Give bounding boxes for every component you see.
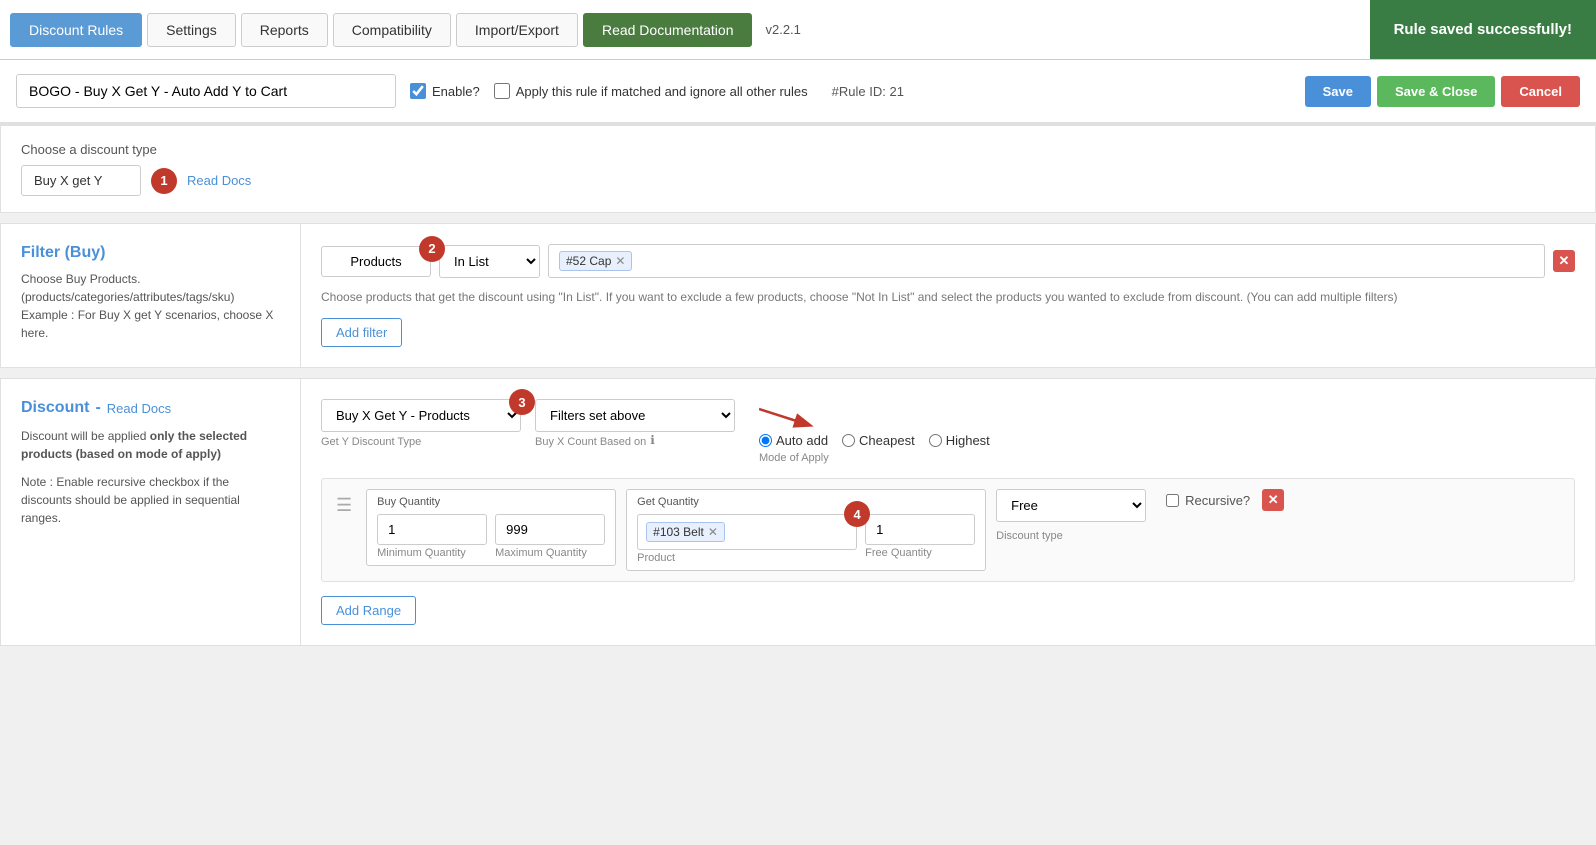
get-quantity-group: Get Quantity #103 Belt ✕ 4: [626, 489, 986, 571]
version-label: v2.2.1: [765, 22, 800, 37]
tab-discount-rules[interactable]: Discount Rules: [10, 13, 142, 47]
save-close-button[interactable]: Save & Close: [1377, 76, 1495, 107]
highest-radio[interactable]: [929, 434, 942, 447]
add-range-button[interactable]: Add Range: [321, 596, 416, 625]
step-4-badge: 4: [844, 501, 870, 527]
drag-handle[interactable]: ☰: [332, 489, 356, 522]
get-y-discount-type-label: Get Y Discount Type: [321, 436, 521, 448]
quantity-range-row: ☰ Buy Quantity Minimum Quantity Ma: [321, 478, 1575, 582]
step-1-badge: 1: [151, 168, 177, 194]
filter-type-button[interactable]: Products: [321, 246, 431, 277]
enable-label: Enable?: [432, 84, 480, 99]
rule-saved-banner: Rule saved successfully!: [1370, 0, 1596, 59]
product-label: Product: [637, 552, 857, 564]
discount-section: Discount - Read Docs Discount will be ap…: [0, 378, 1596, 646]
discount-type-group: Free Percentage Fixed Discount type: [996, 489, 1146, 542]
apply-ignore-checkbox[interactable]: [494, 83, 510, 99]
recursive-label: Recursive?: [1185, 493, 1250, 508]
filter-left-col: Filter (Buy) Choose Buy Products. (produ…: [1, 224, 301, 367]
buy-quantity-group: Buy Quantity Minimum Quantity Maximum Qu…: [366, 489, 616, 566]
step-2-badge: 2: [419, 236, 445, 262]
mode-of-apply-label: Mode of Apply: [759, 452, 990, 464]
filter-tags-input[interactable]: #52 Cap ✕: [548, 244, 1545, 278]
arrow-annotation: [759, 399, 819, 429]
discount-type-section: Choose a discount type Buy X get Y 1 Rea…: [0, 125, 1596, 213]
top-navigation: Discount Rules Settings Reports Compatib…: [0, 0, 1596, 60]
read-docs-link-1[interactable]: Read Docs: [187, 173, 251, 188]
step-3-badge: 3: [509, 389, 535, 415]
tab-import-export[interactable]: Import/Export: [456, 13, 578, 47]
recursive-group: Recursive? ✕: [1166, 489, 1284, 511]
discount-read-docs-link[interactable]: Read Docs: [107, 401, 171, 416]
tab-read-documentation[interactable]: Read Documentation: [583, 13, 753, 47]
discount-right-col: 3 Buy X Get Y - Products Get Y Discount …: [301, 379, 1595, 645]
filter-description: Choose Buy Products. (products/categorie…: [21, 270, 280, 342]
product-tag-chip: #103 Belt ✕: [646, 522, 725, 542]
cheapest-radio-label[interactable]: Cheapest: [842, 433, 915, 448]
header-buttons: Save Save & Close Cancel: [1305, 76, 1580, 107]
cheapest-radio[interactable]: [842, 434, 855, 447]
min-quantity-input[interactable]: [377, 514, 487, 545]
mode-of-apply-group: Auto add Cheapest Highest: [759, 433, 990, 448]
discount-desc2: Note : Enable recursive checkbox if the …: [21, 475, 240, 525]
filter-remove-button[interactable]: ✕: [1553, 250, 1575, 272]
discount-left-col: Discount - Read Docs Discount will be ap…: [1, 379, 301, 645]
free-quantity-input[interactable]: [865, 514, 975, 545]
buy-quantity-title: Buy Quantity: [377, 496, 605, 508]
auto-add-radio[interactable]: [759, 434, 772, 447]
free-quantity-label: Free Quantity: [865, 547, 975, 559]
tag-remove-icon[interactable]: ✕: [615, 254, 625, 268]
discount-type-label: Discount type: [996, 530, 1146, 542]
highest-radio-label[interactable]: Highest: [929, 433, 990, 448]
info-icon: ℹ: [650, 433, 655, 447]
buy-x-count-select[interactable]: Filters set above Custom: [535, 399, 735, 432]
filter-title: Filter (Buy): [21, 244, 280, 262]
discount-type-select[interactable]: Free Percentage Fixed: [996, 489, 1146, 522]
filter-section: Filter (Buy) Choose Buy Products. (produ…: [0, 223, 1596, 368]
filter-condition-select[interactable]: In List Not In List: [439, 245, 540, 278]
max-quantity-input[interactable]: [495, 514, 605, 545]
auto-add-radio-label[interactable]: Auto add: [759, 433, 828, 448]
add-filter-button[interactable]: Add filter: [321, 318, 402, 347]
max-quantity-label: Maximum Quantity: [495, 547, 605, 559]
save-button[interactable]: Save: [1305, 76, 1371, 107]
filter-right-col: Products 2 In List Not In List #52 Cap ✕…: [301, 224, 1595, 367]
buy-x-count-label: Buy X Count Based on: [535, 436, 646, 448]
rule-name-input[interactable]: [16, 74, 396, 108]
enable-checkbox[interactable]: [410, 83, 426, 99]
product-tag-remove-icon[interactable]: ✕: [708, 525, 718, 539]
cancel-button[interactable]: Cancel: [1501, 76, 1580, 107]
tab-settings[interactable]: Settings: [147, 13, 236, 47]
min-quantity-label: Minimum Quantity: [377, 547, 487, 559]
discount-type-value: Buy X get Y: [21, 165, 141, 196]
product-tag-input[interactable]: #103 Belt ✕ 4: [637, 514, 857, 550]
rule-id: #Rule ID: 21: [832, 84, 904, 99]
discount-type-label: Choose a discount type: [21, 142, 1575, 157]
tab-reports[interactable]: Reports: [241, 13, 328, 47]
discount-section-title: Discount: [21, 399, 89, 417]
get-quantity-title: Get Quantity: [637, 496, 975, 508]
buy-get-select[interactable]: Buy X Get Y - Products: [321, 399, 521, 432]
filter-hint: Choose products that get the discount us…: [321, 288, 1575, 306]
recursive-checkbox[interactable]: [1166, 494, 1179, 507]
range-remove-button[interactable]: ✕: [1262, 489, 1284, 511]
rule-name-section: Enable? Apply this rule if matched and i…: [0, 60, 1596, 125]
discount-desc1: Discount will be applied only the select…: [21, 429, 247, 461]
tab-compatibility[interactable]: Compatibility: [333, 13, 451, 47]
tag-chip-52-cap: #52 Cap ✕: [559, 251, 632, 271]
apply-ignore-label: Apply this rule if matched and ignore al…: [516, 84, 808, 99]
